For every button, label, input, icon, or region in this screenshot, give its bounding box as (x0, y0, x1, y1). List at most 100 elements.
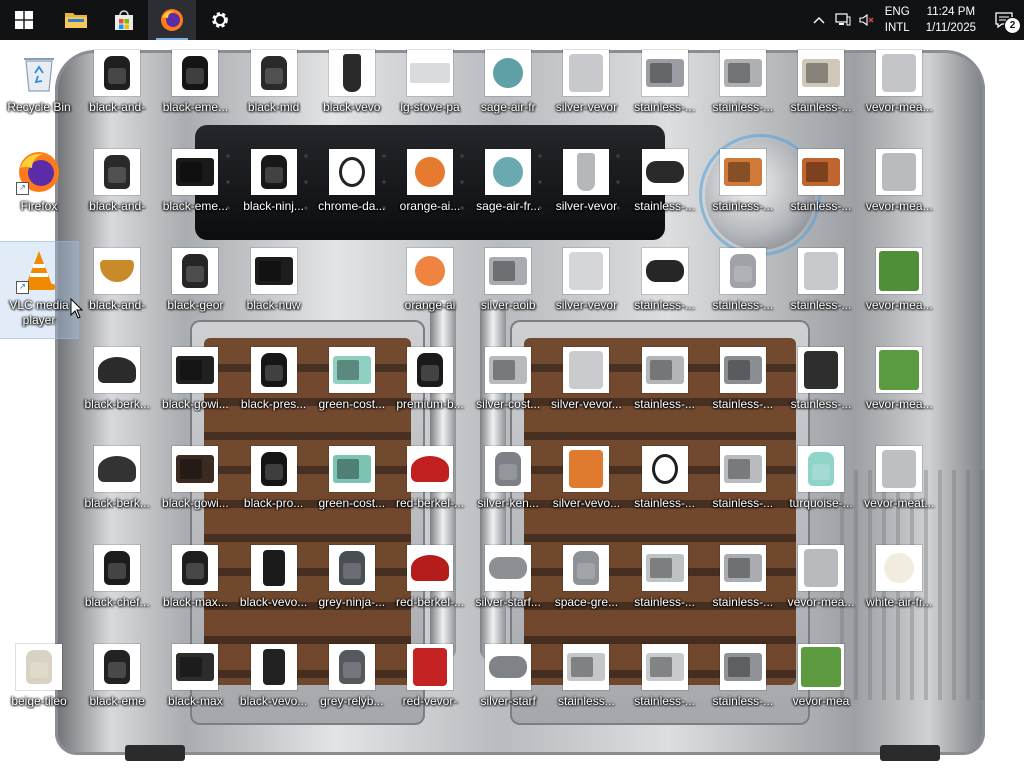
desktop-icon[interactable]: stainless-... (782, 242, 860, 334)
file-explorer-button[interactable] (52, 0, 100, 40)
desktop-icon[interactable]: orange-ai (391, 242, 469, 334)
desktop-icon[interactable]: vevor-mea... (860, 341, 938, 433)
desktop-icon[interactable]: grey-relyb... (313, 638, 391, 730)
desktop-icon[interactable]: silver-ken... (469, 440, 547, 532)
desktop-icon[interactable]: premium-b... (391, 341, 469, 433)
desktop-icon[interactable]: chrome-da... (313, 143, 391, 235)
desktop-icon[interactable]: black-geor (156, 242, 234, 334)
desktop-icon[interactable]: turquoise-... (782, 440, 860, 532)
desktop-icon[interactable]: beige-tileo (0, 638, 78, 730)
desktop-icon[interactable]: black-pres... (235, 341, 313, 433)
desktop-icon[interactable]: black-vevo... (235, 539, 313, 631)
desktop-icon[interactable]: black-chef... (78, 539, 156, 631)
desktop-icon[interactable]: vevor-mea... (860, 44, 938, 136)
desktop-icon[interactable]: silver-starf... (469, 539, 547, 631)
desktop-icon[interactable]: black-and- (78, 143, 156, 235)
desktop-icon[interactable]: sage-air-fr... (469, 143, 547, 235)
desktop-icon[interactable]: black-eme (78, 638, 156, 730)
desktop-icon[interactable]: space-gre... (547, 539, 625, 631)
desktop-icon[interactable]: stainless-... (704, 143, 782, 235)
volume-button[interactable] (855, 0, 879, 40)
desktop-icon[interactable]: stainless-... (782, 341, 860, 433)
file-thumbnail-icon (719, 50, 766, 96)
desktop-icon[interactable]: silver-vevor (547, 143, 625, 235)
desktop-icon[interactable]: silver-vevo... (547, 440, 625, 532)
desktop-icon[interactable]: black-max (156, 638, 234, 730)
desktop-icon[interactable]: stainless-... (626, 440, 704, 532)
file-thumbnail-icon (876, 149, 923, 195)
desktop-icon[interactable]: black-vevo (313, 44, 391, 136)
desktop-icon[interactable]: black-gowi... (156, 440, 234, 532)
desktop-icon[interactable]: black-and- (78, 242, 156, 334)
start-button[interactable] (0, 0, 48, 40)
desktop-icon[interactable]: stainless-... (704, 440, 782, 532)
clock[interactable]: 11:24 PM 1/11/2025 (916, 4, 984, 36)
desktop-icon[interactable]: lg-stove-pa (391, 44, 469, 136)
desktop-icon[interactable]: black-max... (156, 539, 234, 631)
network-button[interactable] (831, 0, 855, 40)
desktop-icon[interactable]: silver-vevor... (547, 341, 625, 433)
desktop-icon-label: white-air-fr... (866, 595, 933, 609)
desktop-icon[interactable]: red-berkel-... (391, 539, 469, 631)
firefox-taskbar-button[interactable] (148, 0, 196, 40)
desktop-icon[interactable]: stainless-... (782, 44, 860, 136)
show-hidden-icons-button[interactable] (807, 0, 831, 40)
desktop-icon[interactable]: vevor-mea (782, 638, 860, 730)
desktop-icon[interactable]: stainless-... (704, 341, 782, 433)
desktop-icon[interactable]: stainless-... (626, 341, 704, 433)
desktop-icon[interactable]: stainless-... (626, 44, 704, 136)
desktop-icon[interactable]: silver-starf (469, 638, 547, 730)
desktop-icon[interactable]: Recycle Bin (0, 44, 78, 136)
desktop-icon[interactable]: silver-aoib (469, 242, 547, 334)
desktop-icon-label: black-and- (89, 298, 146, 312)
desktop-icon[interactable]: white-air-fr... (860, 539, 938, 631)
desktop-icon[interactable]: stainless-... (626, 539, 704, 631)
desktop-icon[interactable]: stainless-... (704, 539, 782, 631)
desktop-icon[interactable]: stainless-... (782, 143, 860, 235)
desktop-icon[interactable]: stainless... (547, 638, 625, 730)
desktop-icon[interactable]: black-vevo... (235, 638, 313, 730)
desktop-icon[interactable]: vevor-mea... (782, 539, 860, 631)
desktop-icon[interactable]: black-mid (235, 44, 313, 136)
shortcut-arrow-icon: ↗ (16, 281, 29, 294)
desktop-icon[interactable]: silver-vevor (547, 44, 625, 136)
desktop-icon[interactable]: green-cost... (313, 341, 391, 433)
desktop-icon[interactable]: black-gowi... (156, 341, 234, 433)
desktop-icon[interactable]: black-eme... (156, 44, 234, 136)
file-thumbnail-icon (563, 50, 610, 96)
desktop-icon[interactable]: stainless-... (704, 242, 782, 334)
desktop-icon[interactable]: vevor-meat... (860, 440, 938, 532)
action-center-button[interactable]: 2 (984, 0, 1024, 40)
file-thumbnail-icon (407, 545, 453, 591)
desktop-icon[interactable]: black-berk... (78, 341, 156, 433)
desktop-icon[interactable]: stainless-... (626, 242, 704, 334)
desktop-icon[interactable]: black-pro... (235, 440, 313, 532)
desktop-icon[interactable]: green-cost... (313, 440, 391, 532)
desktop-icon[interactable]: stainless-... (626, 143, 704, 235)
desktop-icon[interactable]: orange-ai... (391, 143, 469, 235)
desktop-icon[interactable]: stainless-... (626, 638, 704, 730)
desktop-icon[interactable]: black-eme... (156, 143, 234, 235)
desktop-icon[interactable]: ↗ VLC media player (0, 241, 79, 339)
desktop-icon[interactable]: silver-vevor (547, 242, 625, 334)
desktop-icon[interactable]: red-berkel-... (391, 440, 469, 532)
desktop-icon[interactable]: silver-cost... (469, 341, 547, 433)
desktop-icon[interactable]: vevor-mea... (860, 242, 938, 334)
desktop-icon[interactable]: sage-air-fr (469, 44, 547, 136)
desktop-icon[interactable]: black-nuw (235, 242, 313, 334)
desktop-icon[interactable]: stainless-... (704, 638, 782, 730)
file-thumbnail-icon (407, 50, 453, 96)
file-thumbnail-icon (876, 50, 923, 96)
desktop-icon-label: black-gowi... (162, 496, 229, 510)
desktop-icon[interactable]: black-and- (78, 44, 156, 136)
desktop-icon[interactable]: black-berk... (78, 440, 156, 532)
desktop-icon[interactable]: stainless-... (704, 44, 782, 136)
desktop-icon[interactable]: ↗ Firefox (0, 143, 78, 235)
desktop-icon[interactable]: black-ninj... (235, 143, 313, 235)
desktop-icon[interactable]: vevor-mea... (860, 143, 938, 235)
desktop-icon[interactable]: grey-ninja-... (313, 539, 391, 631)
settings-taskbar-button[interactable] (196, 0, 244, 40)
microsoft-store-button[interactable] (100, 0, 148, 40)
desktop-icon[interactable]: red-vevor- (391, 638, 469, 730)
input-language-indicator[interactable]: ENG INTL (879, 4, 916, 36)
